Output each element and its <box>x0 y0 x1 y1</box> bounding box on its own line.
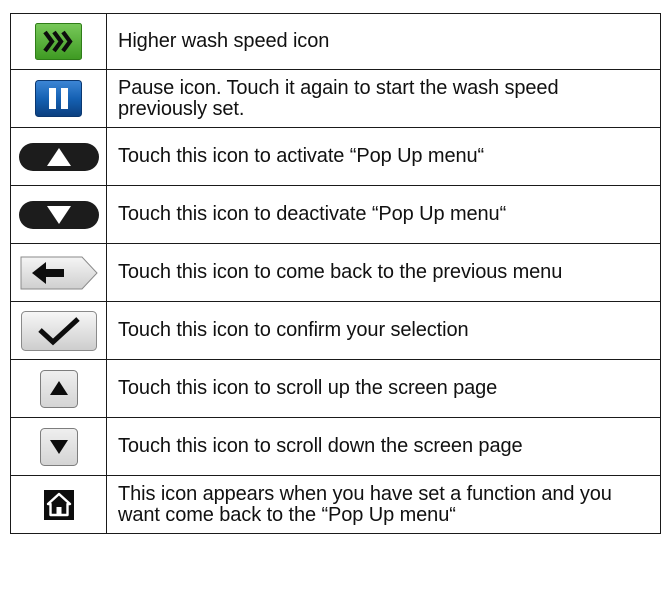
checkmark-icon <box>20 310 97 351</box>
pause-icon <box>35 80 82 117</box>
icon-cell <box>10 185 107 244</box>
back-arrow-icon <box>20 253 98 293</box>
table-row: Touch this icon to deactivate “Pop Up me… <box>10 185 661 244</box>
icon-legend-table: Higher wash speed icon Pause icon. Touch… <box>10 13 661 534</box>
icon-cell <box>10 13 107 70</box>
description-cell: Touch this icon to come back to the prev… <box>106 243 661 302</box>
pop-up-open-icon <box>18 142 99 171</box>
home-icon <box>43 489 74 520</box>
description-cell: Pause icon. Touch it again to start the … <box>106 69 661 128</box>
table-row: This icon appears when you have set a fu… <box>10 475 661 534</box>
icon-cell <box>10 475 107 534</box>
table-row: Higher wash speed icon <box>10 13 661 70</box>
icon-cell <box>10 243 107 302</box>
description-cell: Touch this icon to confirm your selectio… <box>106 301 661 360</box>
description-cell: Touch this icon to scroll down the scree… <box>106 417 661 476</box>
table-row: Touch this icon to scroll up the screen … <box>10 359 661 418</box>
scroll-down-icon <box>39 427 78 466</box>
description-cell: Higher wash speed icon <box>106 13 661 70</box>
icon-cell <box>10 69 107 128</box>
description-cell: This icon appears when you have set a fu… <box>106 475 661 534</box>
icon-legend-table-wrap: Higher wash speed icon Pause icon. Touch… <box>10 13 661 534</box>
description-cell: Touch this icon to activate “Pop Up menu… <box>106 127 661 186</box>
description-cell: Touch this icon to scroll up the screen … <box>106 359 661 418</box>
table-row: Touch this icon to confirm your selectio… <box>10 301 661 360</box>
fast-forward-icon <box>35 23 82 60</box>
icon-cell <box>10 417 107 476</box>
table-row: Touch this icon to scroll down the scree… <box>10 417 661 476</box>
table-row: Touch this icon to come back to the prev… <box>10 243 661 302</box>
icon-cell <box>10 301 107 360</box>
icon-cell <box>10 359 107 418</box>
table-row: Pause icon. Touch it again to start the … <box>10 69 661 128</box>
pop-up-close-icon <box>18 200 99 229</box>
description-cell: Touch this icon to deactivate “Pop Up me… <box>106 185 661 244</box>
icon-cell <box>10 127 107 186</box>
scroll-up-icon <box>39 369 78 408</box>
table-row: Touch this icon to activate “Pop Up menu… <box>10 127 661 186</box>
